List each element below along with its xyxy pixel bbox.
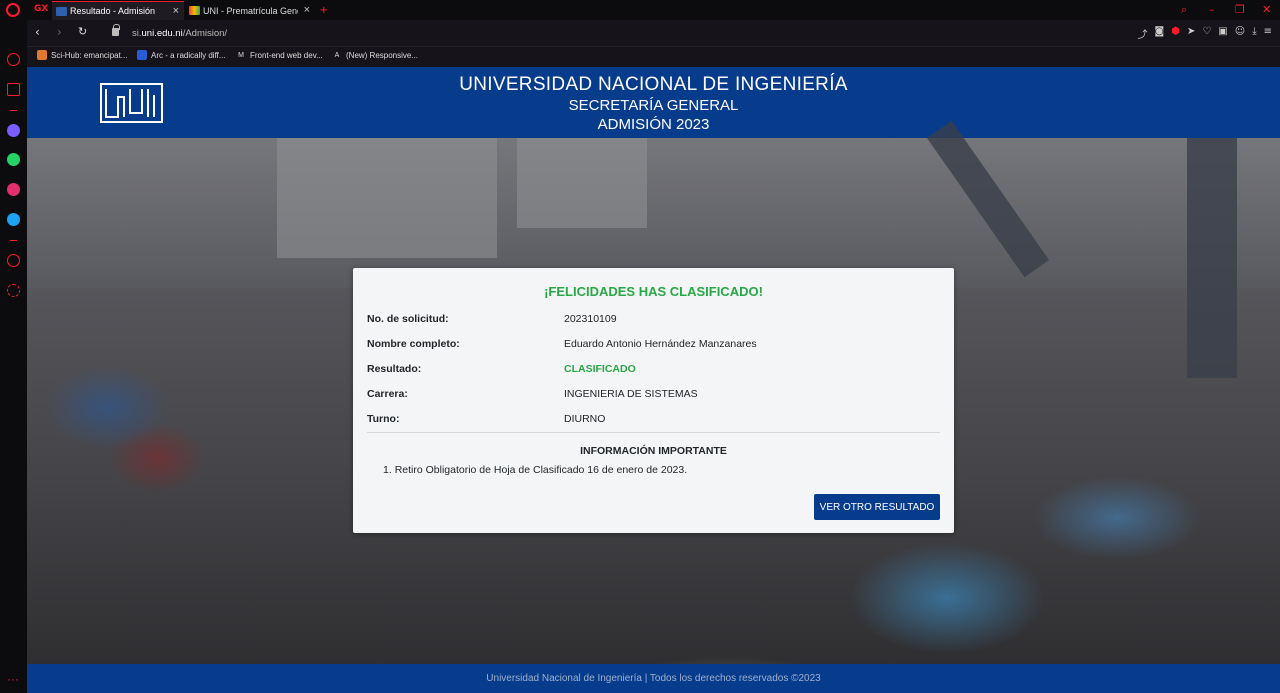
department-name: SECRETARÍA GENERAL	[568, 97, 739, 114]
result-title: ¡FELICIDADES HAS CLASIFICADO!	[544, 284, 763, 299]
field-label: Carrera:	[367, 388, 408, 400]
info-list: 1. Retiro Obligatorio de Hoja de Clasifi…	[383, 464, 687, 476]
arc-icon	[137, 50, 147, 60]
list-item: Retiro Obligatorio de Hoja de Clasificad…	[394, 464, 688, 476]
reload-icon[interactable]: ↻	[78, 25, 87, 38]
field-row: Carrera: INGENIERIA DE SISTEMAS	[367, 388, 940, 408]
ceiling	[27, 138, 1280, 288]
uni-favicon-icon	[56, 6, 67, 16]
speed-dial-icon[interactable]	[7, 53, 20, 66]
gx-control-icon[interactable]: GX	[34, 4, 48, 14]
admission-title: ADMISIÓN 2023	[597, 116, 710, 133]
field-row: No. de solicitud: 202310109	[367, 313, 940, 333]
m-icon: M	[238, 51, 244, 59]
gmail-favicon-icon	[189, 6, 200, 15]
adblock-shield-icon[interactable]: ⬢	[1171, 26, 1180, 41]
browser-sidebar	[0, 20, 27, 693]
download-icon[interactable]: ⤓	[1252, 26, 1256, 41]
footer-copyright: Universidad Nacional de Ingeniería | Tod…	[486, 673, 821, 684]
field-value: 202310109	[564, 313, 617, 325]
browser-tab-bar: GX Resultado - Admisión × UNI - Prematrí…	[0, 0, 1280, 20]
back-icon[interactable]: ‹	[35, 25, 40, 39]
field-row: Turno: DIURNO	[367, 413, 940, 433]
field-row: Nombre completo: Eduardo Antonio Hernánd…	[367, 338, 940, 358]
share-icon[interactable]: ⤴	[1138, 26, 1148, 41]
search-icon[interactable]: ⌕	[1181, 3, 1187, 17]
field-value: Eduardo Antonio Hernández Manzanares	[564, 338, 757, 350]
whatsapp-icon[interactable]	[7, 153, 20, 166]
heart-icon[interactable]: ♡	[1202, 26, 1211, 41]
twitter-icon[interactable]	[7, 213, 20, 226]
settings-gear-icon[interactable]	[7, 284, 20, 297]
info-title: INFORMACIÓN IMPORTANTE	[580, 445, 727, 457]
minimize-icon[interactable]: –	[1209, 3, 1215, 16]
header-text: UNIVERSIDAD NACIONAL DE INGENIERÍA SECRE…	[27, 73, 1280, 134]
instagram-icon[interactable]	[7, 183, 20, 196]
more-icon[interactable]: ···	[7, 672, 19, 686]
box-icon[interactable]: ▣	[1218, 26, 1227, 41]
result-card: ¡FELICIDADES HAS CLASIFICADO! No. de sol…	[353, 268, 954, 533]
lock-icon	[112, 24, 120, 36]
opera-logo-icon[interactable]	[6, 3, 20, 17]
result-status-value: CLASIFICADO	[564, 363, 636, 375]
profile-icon[interactable]: ☺	[1235, 26, 1245, 41]
field-value: DIURNO	[564, 413, 606, 425]
tab-title: Resultado - Admisión	[70, 6, 156, 16]
bookmark-frontend[interactable]: M Front-end web dev...	[236, 50, 323, 60]
gaming-icon[interactable]	[7, 83, 20, 96]
site-header: UNIVERSIDAD NACIONAL DE INGENIERÍA SECRE…	[27, 67, 1280, 138]
tab-resultado[interactable]: Resultado - Admisión ×	[52, 1, 184, 20]
bookmark-arc[interactable]: Arc - a radically diff...	[137, 50, 226, 60]
window	[277, 138, 497, 258]
divider	[10, 240, 17, 241]
new-tab-button[interactable]: +	[320, 2, 328, 17]
field-label: Nombre completo:	[367, 338, 460, 350]
beam	[1187, 138, 1237, 378]
field-value: INGENIERIA DE SISTEMAS	[564, 388, 698, 400]
field-row: Resultado: CLASIFICADO	[367, 363, 940, 383]
toolbar-icons: ⤴ ◙ ⬢ ➤ ♡ ▣ ☺ ⤓ ≡	[1138, 26, 1273, 41]
field-label: Turno:	[367, 413, 400, 425]
field-label: Resultado:	[367, 363, 422, 375]
send-icon[interactable]: ➤	[1187, 26, 1195, 41]
history-icon[interactable]	[7, 254, 20, 267]
divider	[367, 432, 940, 433]
forward-icon[interactable]: ›	[57, 25, 62, 39]
window	[517, 138, 647, 228]
site-footer: Universidad Nacional de Ingeniería | Tod…	[27, 664, 1280, 693]
messenger-icon[interactable]	[7, 124, 20, 137]
close-icon[interactable]: ×	[304, 4, 310, 16]
tab-prematricula[interactable]: UNI - Prematrícula General ×	[185, 1, 315, 20]
bookmark-scihub[interactable]: Sci-Hub: emancipat...	[37, 50, 127, 60]
field-label: No. de solicitud:	[367, 313, 449, 325]
close-window-icon[interactable]: ✕	[1262, 3, 1271, 16]
scihub-icon	[37, 50, 47, 60]
restore-icon[interactable]: ❐	[1235, 3, 1245, 16]
a-icon: A	[334, 51, 340, 59]
url-field[interactable]: si.uni.edu.ni/Admision/	[132, 28, 227, 39]
divider	[10, 110, 17, 111]
close-icon[interactable]: ×	[173, 5, 179, 17]
university-name: UNIVERSIDAD NACIONAL DE INGENIERÍA	[459, 74, 848, 95]
menu-icon[interactable]: ≡	[1264, 26, 1272, 41]
camera-icon[interactable]: ◙	[1155, 26, 1165, 41]
tab-title: UNI - Prematrícula General	[203, 5, 298, 16]
view-other-result-button[interactable]: VER OTRO RESULTADO	[814, 494, 940, 520]
list-item-number: 1.	[383, 464, 395, 476]
bookmark-responsive[interactable]: A (New) Responsive...	[332, 50, 418, 60]
